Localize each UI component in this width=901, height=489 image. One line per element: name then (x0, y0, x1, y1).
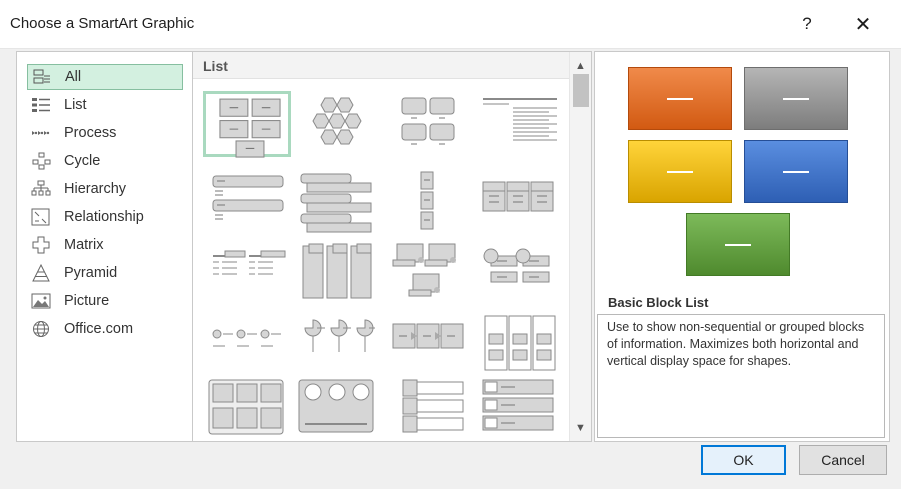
picture-icon (30, 292, 52, 310)
layout-thumbnail-chevron-blocks[interactable] (389, 314, 477, 380)
preview-panel: Basic Block List Use to show non-sequent… (594, 51, 890, 442)
cycle-icon (30, 152, 52, 170)
rounded-blocks-icon (401, 97, 455, 145)
layout-thumbnail-grouped-list[interactable] (207, 376, 295, 441)
category-list-item[interactable]: List (27, 92, 183, 118)
cancel-button[interactable]: Cancel (799, 445, 887, 475)
pie-process-icon (304, 319, 375, 352)
layout-thumbnail-process-dots[interactable] (207, 314, 295, 380)
category-all[interactable]: All (27, 64, 183, 90)
layout-thumbnail-circle-label-list[interactable] (479, 242, 567, 308)
preview-block-gray (744, 67, 848, 130)
layout-thumbnail-horizontal-bullet-list[interactable] (479, 170, 567, 236)
preview-title: Basic Block List (608, 295, 709, 310)
layout-thumbnail-picture-caption-list[interactable] (389, 242, 477, 308)
category-label: Matrix (64, 237, 104, 253)
category-pyramid[interactable]: Pyramid (27, 260, 183, 286)
layout-thumbnail-vertical-blocks[interactable] (479, 314, 567, 380)
list-icon (30, 96, 52, 114)
category-label: Cycle (64, 153, 101, 169)
process-dots-icon (212, 329, 281, 347)
layout-thumbnail-rounded-blocks[interactable] (389, 94, 477, 160)
basic-block-list-icon (219, 98, 281, 158)
category-office-com[interactable]: Office.com (27, 316, 183, 342)
title-bar: Choose a SmartArt Graphic ? ✕ (0, 0, 901, 48)
circle-arrow-list-icon (298, 379, 374, 433)
layout-thumbnail-bullet-bar-list[interactable] (479, 376, 567, 441)
layout-thumbnail-stacked-list[interactable] (297, 170, 385, 236)
stacked-list-icon (300, 173, 372, 233)
dialog-title: Choose a SmartArt Graphic (10, 15, 195, 32)
picture-caption-list-icon (392, 243, 456, 297)
category-hierarchy[interactable]: Hierarchy (27, 176, 183, 202)
category-picture[interactable]: Picture (27, 288, 183, 314)
scroll-up-icon[interactable]: ▲ (570, 56, 591, 76)
pyramid-icon (30, 264, 52, 282)
chevron-blocks-icon (392, 323, 464, 349)
layout-thumbnail-hexagon-cluster[interactable] (297, 94, 385, 160)
category-cycle[interactable]: Cycle (27, 148, 183, 174)
preview-block-green (686, 213, 790, 276)
gallery-section-title: List (203, 58, 228, 74)
ok-button[interactable]: OK (701, 445, 786, 475)
hierarchy-icon (30, 180, 52, 198)
category-label: Relationship (64, 209, 144, 225)
category-label: Picture (64, 293, 110, 309)
category-label: Process (64, 125, 117, 141)
bullet-bar-list-icon (482, 379, 554, 431)
vertical-blocks-icon (484, 315, 556, 371)
table-list-icon (213, 250, 286, 275)
tab-list-icon (302, 243, 372, 299)
layout-thumbnail-tab-list[interactable] (297, 242, 385, 308)
category-label: Office.com (64, 321, 134, 337)
vertical-bullet-list-icon (212, 175, 284, 220)
circle-label-list-icon (483, 248, 550, 283)
all-icon (31, 68, 53, 86)
layout-thumbnail-pie-process[interactable] (297, 314, 385, 380)
gallery-scrollbar[interactable]: ▲ ▼ (569, 52, 591, 441)
scroll-down-icon[interactable]: ▼ (570, 418, 591, 438)
category-label: Hierarchy (64, 181, 127, 197)
preview-block-yellow (628, 140, 732, 203)
process-icon (30, 124, 52, 142)
scroll-thumb[interactable] (573, 74, 589, 107)
hexagon-cluster-icon (312, 97, 362, 145)
layout-thumbnail-vertical-box-list[interactable] (389, 170, 477, 236)
category-label: List (64, 97, 87, 113)
help-button[interactable]: ? (790, 9, 824, 39)
matrix-icon (30, 236, 52, 254)
close-button[interactable]: ✕ (846, 9, 880, 39)
layout-thumbnail-rounded-label-list[interactable] (389, 376, 477, 441)
preview-block-orange (628, 67, 732, 130)
layout-thumbnail-table-list[interactable] (207, 242, 295, 308)
gallery-section-header: List (193, 52, 569, 79)
dialog-body: All List Process Cycle Hierarchy Relatio… (0, 48, 901, 489)
layout-gallery: List ▲ ▼ (193, 51, 592, 442)
rounded-label-list-icon (402, 379, 464, 433)
category-matrix[interactable]: Matrix (27, 232, 183, 258)
lined-list-icon (483, 98, 557, 141)
preview-description: Use to show non-sequential or grouped bl… (597, 314, 885, 438)
grouped-list-icon (208, 379, 284, 435)
layout-thumbnail-basic-block-list[interactable] (203, 91, 291, 158)
category-list: All List Process Cycle Hierarchy Relatio… (16, 51, 193, 442)
horizontal-bullet-list-icon (482, 181, 554, 212)
category-relationship[interactable]: Relationship (27, 204, 183, 230)
vertical-box-list-icon (420, 171, 434, 230)
layout-thumbnail-lined-list[interactable] (479, 94, 567, 160)
globe-icon (30, 320, 52, 338)
category-label: Pyramid (64, 265, 118, 281)
category-label: All (65, 69, 82, 85)
layout-thumbnail-circle-arrow-list[interactable] (297, 376, 385, 441)
category-process[interactable]: Process (27, 120, 183, 146)
layout-thumbnail-vertical-bullet-list[interactable] (207, 170, 295, 236)
preview-block-blue (744, 140, 848, 203)
relationship-icon (30, 208, 52, 226)
